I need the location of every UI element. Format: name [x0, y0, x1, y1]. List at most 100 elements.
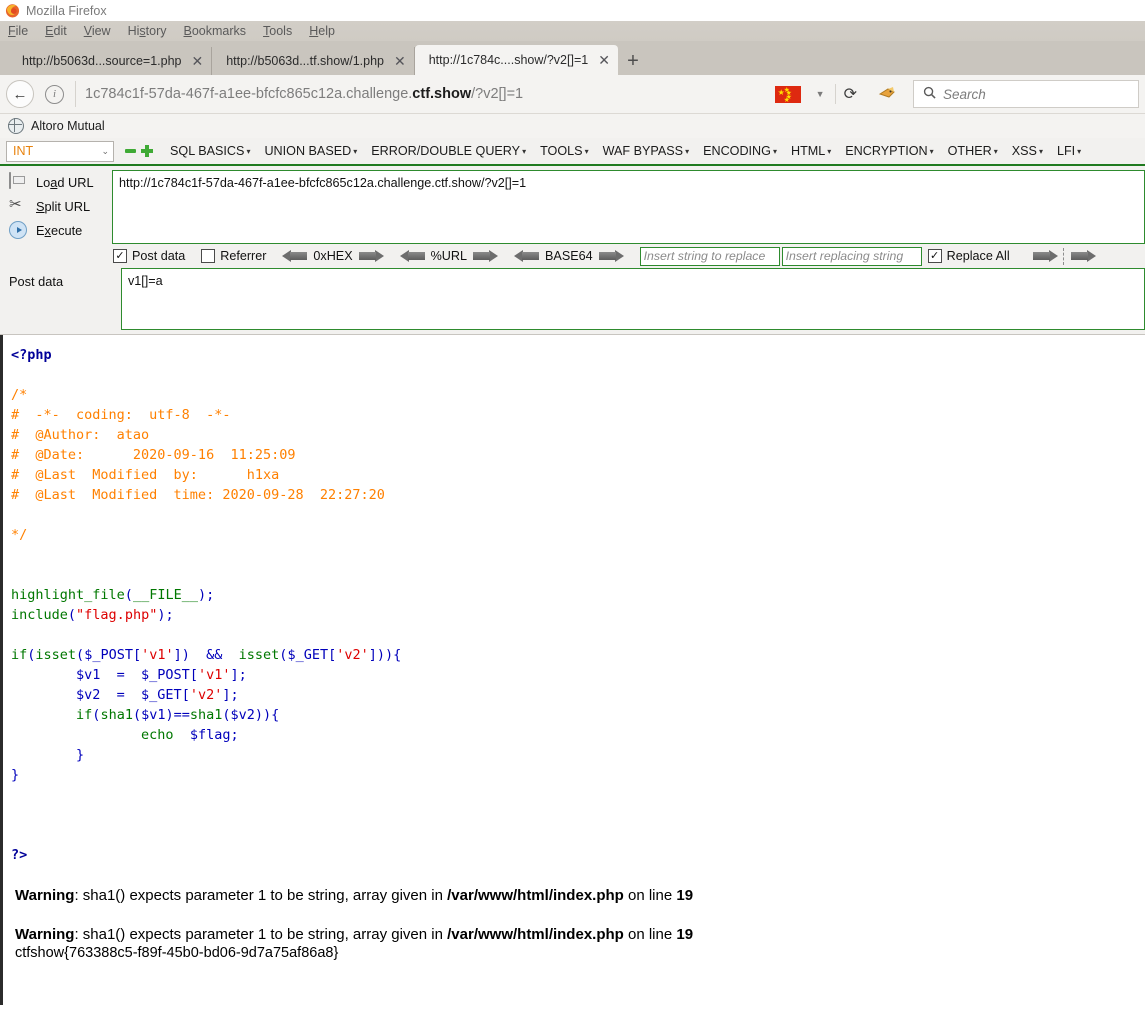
url-encode-group: %URL: [399, 249, 499, 263]
page-info-icon[interactable]: i: [45, 84, 64, 104]
replace-apply-icon[interactable]: [1032, 249, 1058, 263]
code-token: # -*- coding: utf-8 -*-: [11, 407, 231, 423]
execute-button[interactable]: Execute: [0, 218, 112, 242]
replace-with-input[interactable]: Insert replacing string: [781, 246, 922, 266]
new-tab-button[interactable]: +: [618, 47, 648, 75]
hackbar-menu-error-double-query[interactable]: ERROR/DOUBLE QUERY ▾: [364, 144, 533, 158]
referrer-checkbox[interactable]: Referrer: [201, 249, 266, 263]
hex-encode-icon[interactable]: [358, 249, 384, 263]
reload-icon[interactable]: ⟳: [834, 84, 865, 104]
load-url-button[interactable]: Load URL: [0, 170, 112, 194]
search-placeholder: Search: [943, 86, 986, 102]
code-token: (: [124, 587, 133, 603]
code-token: $v1: [141, 707, 166, 723]
page-content: <?php /* # -*- coding: utf-8 -*- # @Author…: [0, 335, 1145, 1005]
url-bar[interactable]: 1c784c1f-57da-467f-a1ee-bfcfc865c12a.cha…: [75, 81, 767, 107]
tab-label: http://1c784c....show/?v2[]=1: [428, 53, 589, 67]
pocket-icon[interactable]: [877, 85, 897, 103]
code-token: $v1 = $_POST: [11, 667, 190, 683]
browser-tab-3-active[interactable]: http://1c784c....show/?v2[]=1 ✕: [414, 45, 618, 75]
code-token: $v2 = $_GET: [11, 687, 182, 703]
code-token: 'v1': [141, 647, 174, 663]
menu-bookmarks[interactable]: Bookmarks: [184, 24, 247, 38]
replace-apply-all-icon[interactable]: [1070, 249, 1096, 263]
warning-label: Warning: [15, 926, 75, 943]
browser-tab-1[interactable]: http://b5063d...source=1.php ✕: [8, 47, 213, 75]
code-token: [: [189, 667, 198, 683]
code-line: # @Author: atao: [11, 425, 1145, 445]
hex-label: 0xHEX: [313, 249, 353, 263]
code-token: );: [157, 607, 174, 623]
checkbox-unchecked-icon: [201, 249, 216, 263]
checkbox-checked-icon: ✓: [927, 249, 942, 263]
code-token: 'v2': [336, 647, 369, 663]
hackbar-menu-other[interactable]: OTHER ▾: [941, 144, 1005, 158]
base64-encode-icon[interactable]: [598, 249, 624, 263]
divider: [1062, 247, 1065, 265]
hackbar-menu-encoding[interactable]: ENCODING ▾: [696, 144, 784, 158]
menu-view[interactable]: View: [84, 24, 111, 38]
base64-decode-icon[interactable]: [514, 249, 540, 263]
chevron-down-icon[interactable]: ▼: [816, 89, 825, 99]
url-encode-icon[interactable]: [472, 249, 499, 263]
hackbar-menu-sql-basics[interactable]: SQL BASICS ▾: [163, 144, 257, 158]
close-icon[interactable]: ✕: [192, 54, 204, 68]
post-data-checkbox[interactable]: ✓ Post data: [113, 249, 185, 263]
code-line: /*: [11, 385, 1145, 405]
code-token: )){: [254, 707, 280, 723]
search-box[interactable]: Search: [913, 80, 1139, 108]
menu-history[interactable]: History: [128, 24, 167, 38]
back-arrow-icon[interactable]: ←: [6, 80, 34, 108]
post-data-field-label: Post data: [9, 274, 64, 289]
code-token: ])){: [368, 647, 402, 663]
plus-icon[interactable]: [141, 145, 153, 157]
code-token: ];: [230, 667, 247, 683]
menu-bar: File Edit View History Bookmarks Tools H…: [0, 21, 1145, 41]
bookmark-altoro-mutual[interactable]: Altoro Mutual: [31, 119, 105, 133]
code-line: echo $flag;: [11, 725, 1145, 745]
hackbar-menu-tools[interactable]: TOOLS ▾: [533, 144, 595, 158]
code-token: include: [11, 607, 68, 623]
hex-encode-group: 0xHEX: [282, 249, 384, 263]
hackbar-menu-union-based[interactable]: UNION BASED ▾: [257, 144, 364, 158]
split-url-button[interactable]: ✂ Split URL: [0, 194, 112, 218]
post-data-textarea[interactable]: v1[]=a: [121, 268, 1145, 330]
code-token: $v2: [230, 707, 255, 723]
replace-search-input[interactable]: Insert string to replace: [639, 246, 780, 266]
hex-decode-icon[interactable]: [282, 249, 308, 263]
warning-line-number: 19: [676, 887, 694, 904]
chevron-down-icon: ⌄: [101, 145, 109, 156]
replace-all-checkbox[interactable]: ✓ Replace All: [927, 249, 1010, 263]
code-token: if: [76, 707, 93, 723]
hackbar-menu-xss[interactable]: XSS ▾: [1005, 144, 1050, 158]
close-icon[interactable]: ✕: [394, 54, 406, 68]
hackbar-menu-lfi[interactable]: LFI ▾: [1050, 144, 1088, 158]
close-icon[interactable]: ✕: [598, 53, 610, 67]
code-line: */: [11, 525, 1145, 545]
tab-strip: http://b5063d...source=1.php ✕ http://b5…: [0, 41, 1145, 75]
hackbar-menu-waf-bypass[interactable]: WAF BYPASS ▾: [596, 144, 697, 158]
hackbar-url-textarea[interactable]: http://1c784c1f-57da-467f-a1ee-bfcfc865c…: [112, 170, 1145, 244]
code-line: # @Last Modified by: h1xa: [11, 465, 1145, 485]
hackbar-menu-html[interactable]: HTML ▾: [784, 144, 838, 158]
menu-tools[interactable]: Tools: [263, 24, 292, 38]
china-flag-icon[interactable]: ★ ★ ★ ★ ★: [774, 84, 805, 104]
hackbar-menu-bar: INT ⌄ SQL BASICS ▾ UNION BASED ▾ ERROR/DOU…: [0, 138, 1145, 166]
browser-tab-2[interactable]: http://b5063d...tf.show/1.php ✕: [212, 47, 415, 75]
window-title: Mozilla Firefox: [26, 3, 107, 18]
url-decode-icon[interactable]: [399, 249, 426, 263]
hackbar-type-select[interactable]: INT ⌄: [6, 140, 114, 162]
code-token: [: [181, 687, 190, 703]
menu-help[interactable]: Help: [309, 24, 335, 38]
menu-edit[interactable]: Edit: [45, 24, 67, 38]
navigation-toolbar: ← i 1c784c1f-57da-467f-a1ee-bfcfc865c12a…: [0, 75, 1145, 114]
hackbar-menu-encryption[interactable]: ENCRYPTION ▾: [838, 144, 940, 158]
minus-icon[interactable]: [125, 149, 136, 153]
menu-file[interactable]: File: [8, 24, 28, 38]
url-suffix: /?v2[]=1: [471, 86, 524, 102]
